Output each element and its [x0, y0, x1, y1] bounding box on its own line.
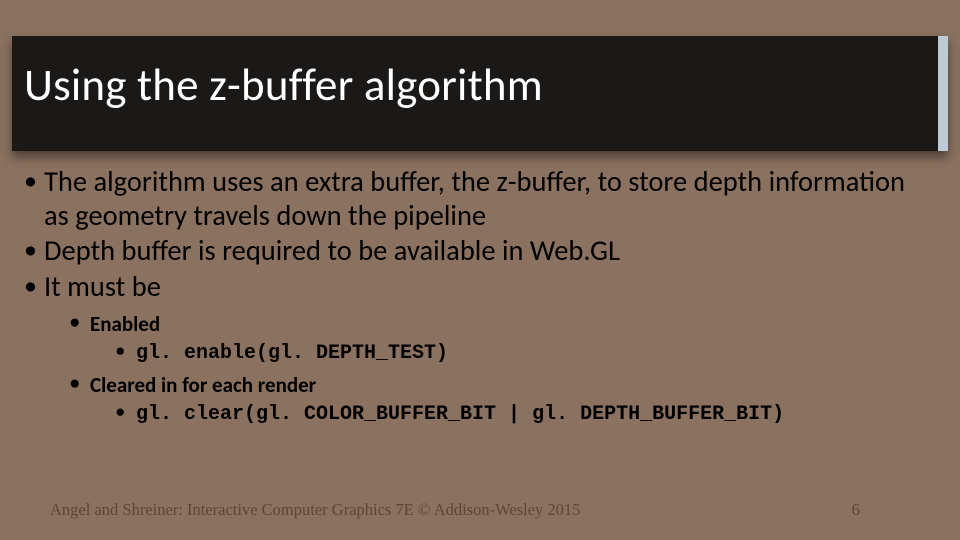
code-item: gl. clear(gl. COLOR_BUFFER_BIT | gl. DEP…	[114, 401, 932, 428]
slide-title: Using the z-buffer algorithm	[24, 58, 543, 113]
code-item: gl. enable(gl. DEPTH_TEST)	[114, 340, 932, 367]
bullet-text: Enabled	[90, 311, 160, 337]
bullet-list-lvl2: Enabled gl. enable(gl. DEPTH_TEST) Clear…	[44, 310, 932, 429]
footer-attribution: Angel and Shreiner: Interactive Computer…	[50, 500, 580, 520]
bullet-item: Enabled gl. enable(gl. DEPTH_TEST)	[68, 310, 932, 367]
bullet-text: It must be	[44, 269, 161, 304]
slide-footer: Angel and Shreiner: Interactive Computer…	[50, 500, 920, 520]
bullet-list-lvl3: gl. clear(gl. COLOR_BUFFER_BIT | gl. DEP…	[90, 401, 932, 428]
bullet-item: Cleared in for each render gl. clear(gl.…	[68, 371, 932, 428]
page-number: 6	[852, 500, 861, 520]
bullet-text: The algorithm uses an extra buffer, the …	[44, 164, 905, 233]
code-text: gl. enable(gl. DEPTH_TEST)	[136, 342, 448, 365]
bullet-list-lvl3: gl. enable(gl. DEPTH_TEST)	[90, 340, 932, 367]
slide-content: The algorithm uses an extra buffer, the …	[22, 165, 932, 432]
bullet-text: Cleared in for each render	[90, 372, 316, 398]
bullet-item: The algorithm uses an extra buffer, the …	[22, 165, 932, 232]
title-band: Using the z-buffer algorithm	[12, 36, 948, 151]
bullet-item: It must be Enabled gl. enable(gl. DEPTH_…	[22, 270, 932, 428]
bullet-list-lvl1: The algorithm uses an extra buffer, the …	[22, 165, 932, 428]
code-text: gl. clear(gl. COLOR_BUFFER_BIT | gl. DEP…	[136, 403, 784, 426]
bullet-text: Depth buffer is required to be available…	[44, 233, 620, 268]
bullet-item: Depth buffer is required to be available…	[22, 234, 932, 268]
slide: Using the z-buffer algorithm The algorit…	[0, 0, 960, 540]
